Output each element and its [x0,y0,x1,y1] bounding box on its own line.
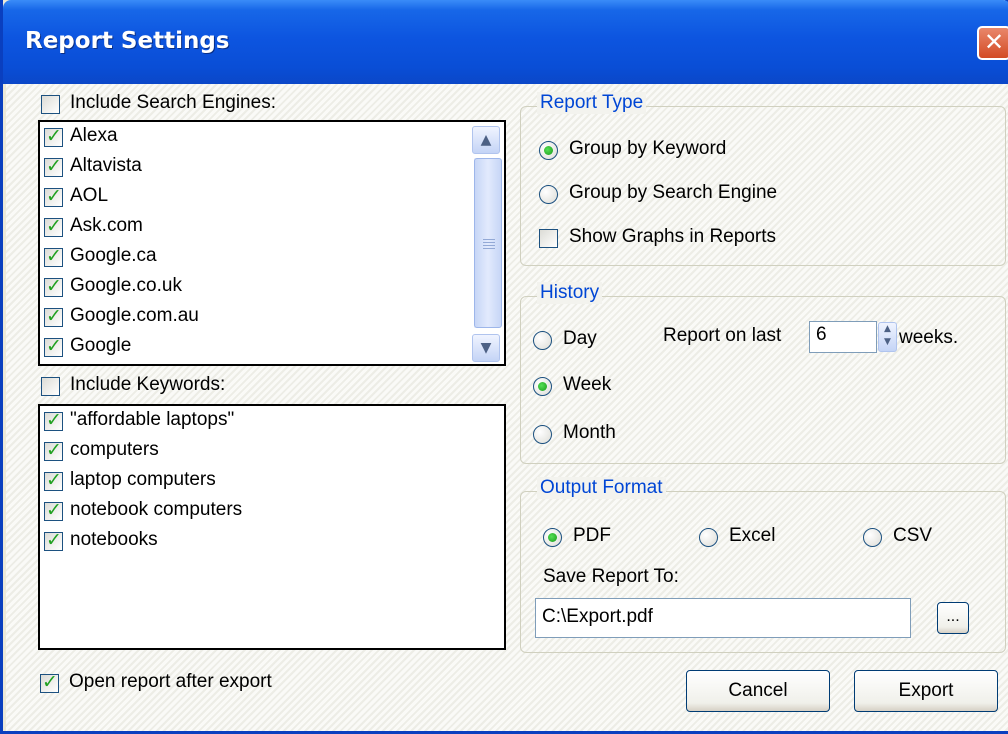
checkbox-checked[interactable] [44,125,63,147]
save-report-to-label: Save Report To: [543,566,679,587]
format-csv-radio[interactable] [863,528,882,547]
group-by-keyword-label: Group by Keyword [569,138,727,159]
checkbox-checked[interactable] [44,275,63,297]
checkbox-checked[interactable] [44,439,63,461]
output-format-title: Output Format [537,477,666,499]
grip-icon [483,239,495,249]
checkbox-checked[interactable] [44,215,63,237]
checkbox-checked[interactable] [44,499,63,521]
keywords-list[interactable]: "affordable laptops" computers laptop co… [38,404,506,650]
open-report-checkbox[interactable] [40,671,59,693]
history-week-label: Week [563,374,612,395]
format-excel-label: Excel [729,525,776,546]
output-format-group: Output Format PDF Excel CSV Save Report … [520,477,1006,653]
format-excel-radio[interactable] [699,528,718,547]
checkbox-checked[interactable] [44,469,63,491]
checkbox-checked[interactable] [44,305,63,327]
checkbox-checked[interactable] [44,335,63,357]
report-settings-window: Report Settings ✕ Include Search Engines… [0,0,1008,734]
dialog-body: Include Search Engines: Alexa Altavista … [6,84,1008,731]
search-engines-list[interactable]: Alexa Altavista AOL Ask.com Google.ca Go… [38,120,506,366]
group-by-engine-label: Group by Search Engine [569,182,778,203]
weeks-unit-label: weeks. [899,327,959,348]
format-pdf-label: PDF [573,525,611,546]
checkbox-checked[interactable] [44,155,63,177]
cancel-button[interactable]: Cancel [686,670,830,712]
history-week-radio[interactable] [533,377,552,396]
history-title: History [537,282,603,304]
report-type-title: Report Type [537,92,647,114]
open-report-label: Open report after export [69,671,272,692]
close-icon[interactable]: ✕ [977,26,1008,60]
checkbox-checked[interactable] [44,245,63,267]
format-csv-label: CSV [893,525,933,546]
checkbox-checked[interactable] [44,409,63,431]
scrollbar-thumb[interactable] [474,158,502,328]
checkbox-checked[interactable] [44,529,63,551]
weeks-value-input[interactable]: 6 [809,321,877,353]
title-bar[interactable]: Report Settings ✕ [3,0,1008,84]
report-on-last-label: Report on last [663,325,782,346]
group-by-engine-radio[interactable] [539,185,558,204]
browse-button[interactable]: ... [937,602,969,634]
group-by-keyword-radio[interactable] [539,141,558,160]
history-month-radio[interactable] [533,425,552,444]
report-type-group: Report Type Group by Keyword Group by Se… [520,92,1006,266]
weeks-spinner[interactable]: ▲ ▼ [878,322,897,352]
history-month-label: Month [563,422,616,443]
show-graphs-checkbox[interactable] [539,229,558,248]
history-group: History Day Week Month Report on last 6 … [520,282,1006,464]
format-pdf-radio[interactable] [543,528,562,547]
scroll-up-icon[interactable]: ▲ [472,126,500,154]
export-button[interactable]: Export [854,670,998,712]
include-keywords-label: Include Keywords: [70,374,226,395]
scrollbar-track[interactable] [474,158,502,328]
show-graphs-label: Show Graphs in Reports [569,226,776,247]
history-day-label: Day [563,328,597,349]
vertical-scrollbar[interactable]: ▲ ▼ [472,124,502,362]
include-keywords-checkbox[interactable] [41,377,60,396]
history-day-radio[interactable] [533,331,552,350]
window-title: Report Settings [25,28,230,54]
include-search-engines-label: Include Search Engines: [70,92,276,113]
checkbox-checked[interactable] [44,185,63,207]
scroll-down-icon[interactable]: ▼ [472,334,500,362]
include-search-engines-checkbox[interactable] [41,95,60,114]
save-path-input[interactable]: C:\Export.pdf [535,598,911,638]
